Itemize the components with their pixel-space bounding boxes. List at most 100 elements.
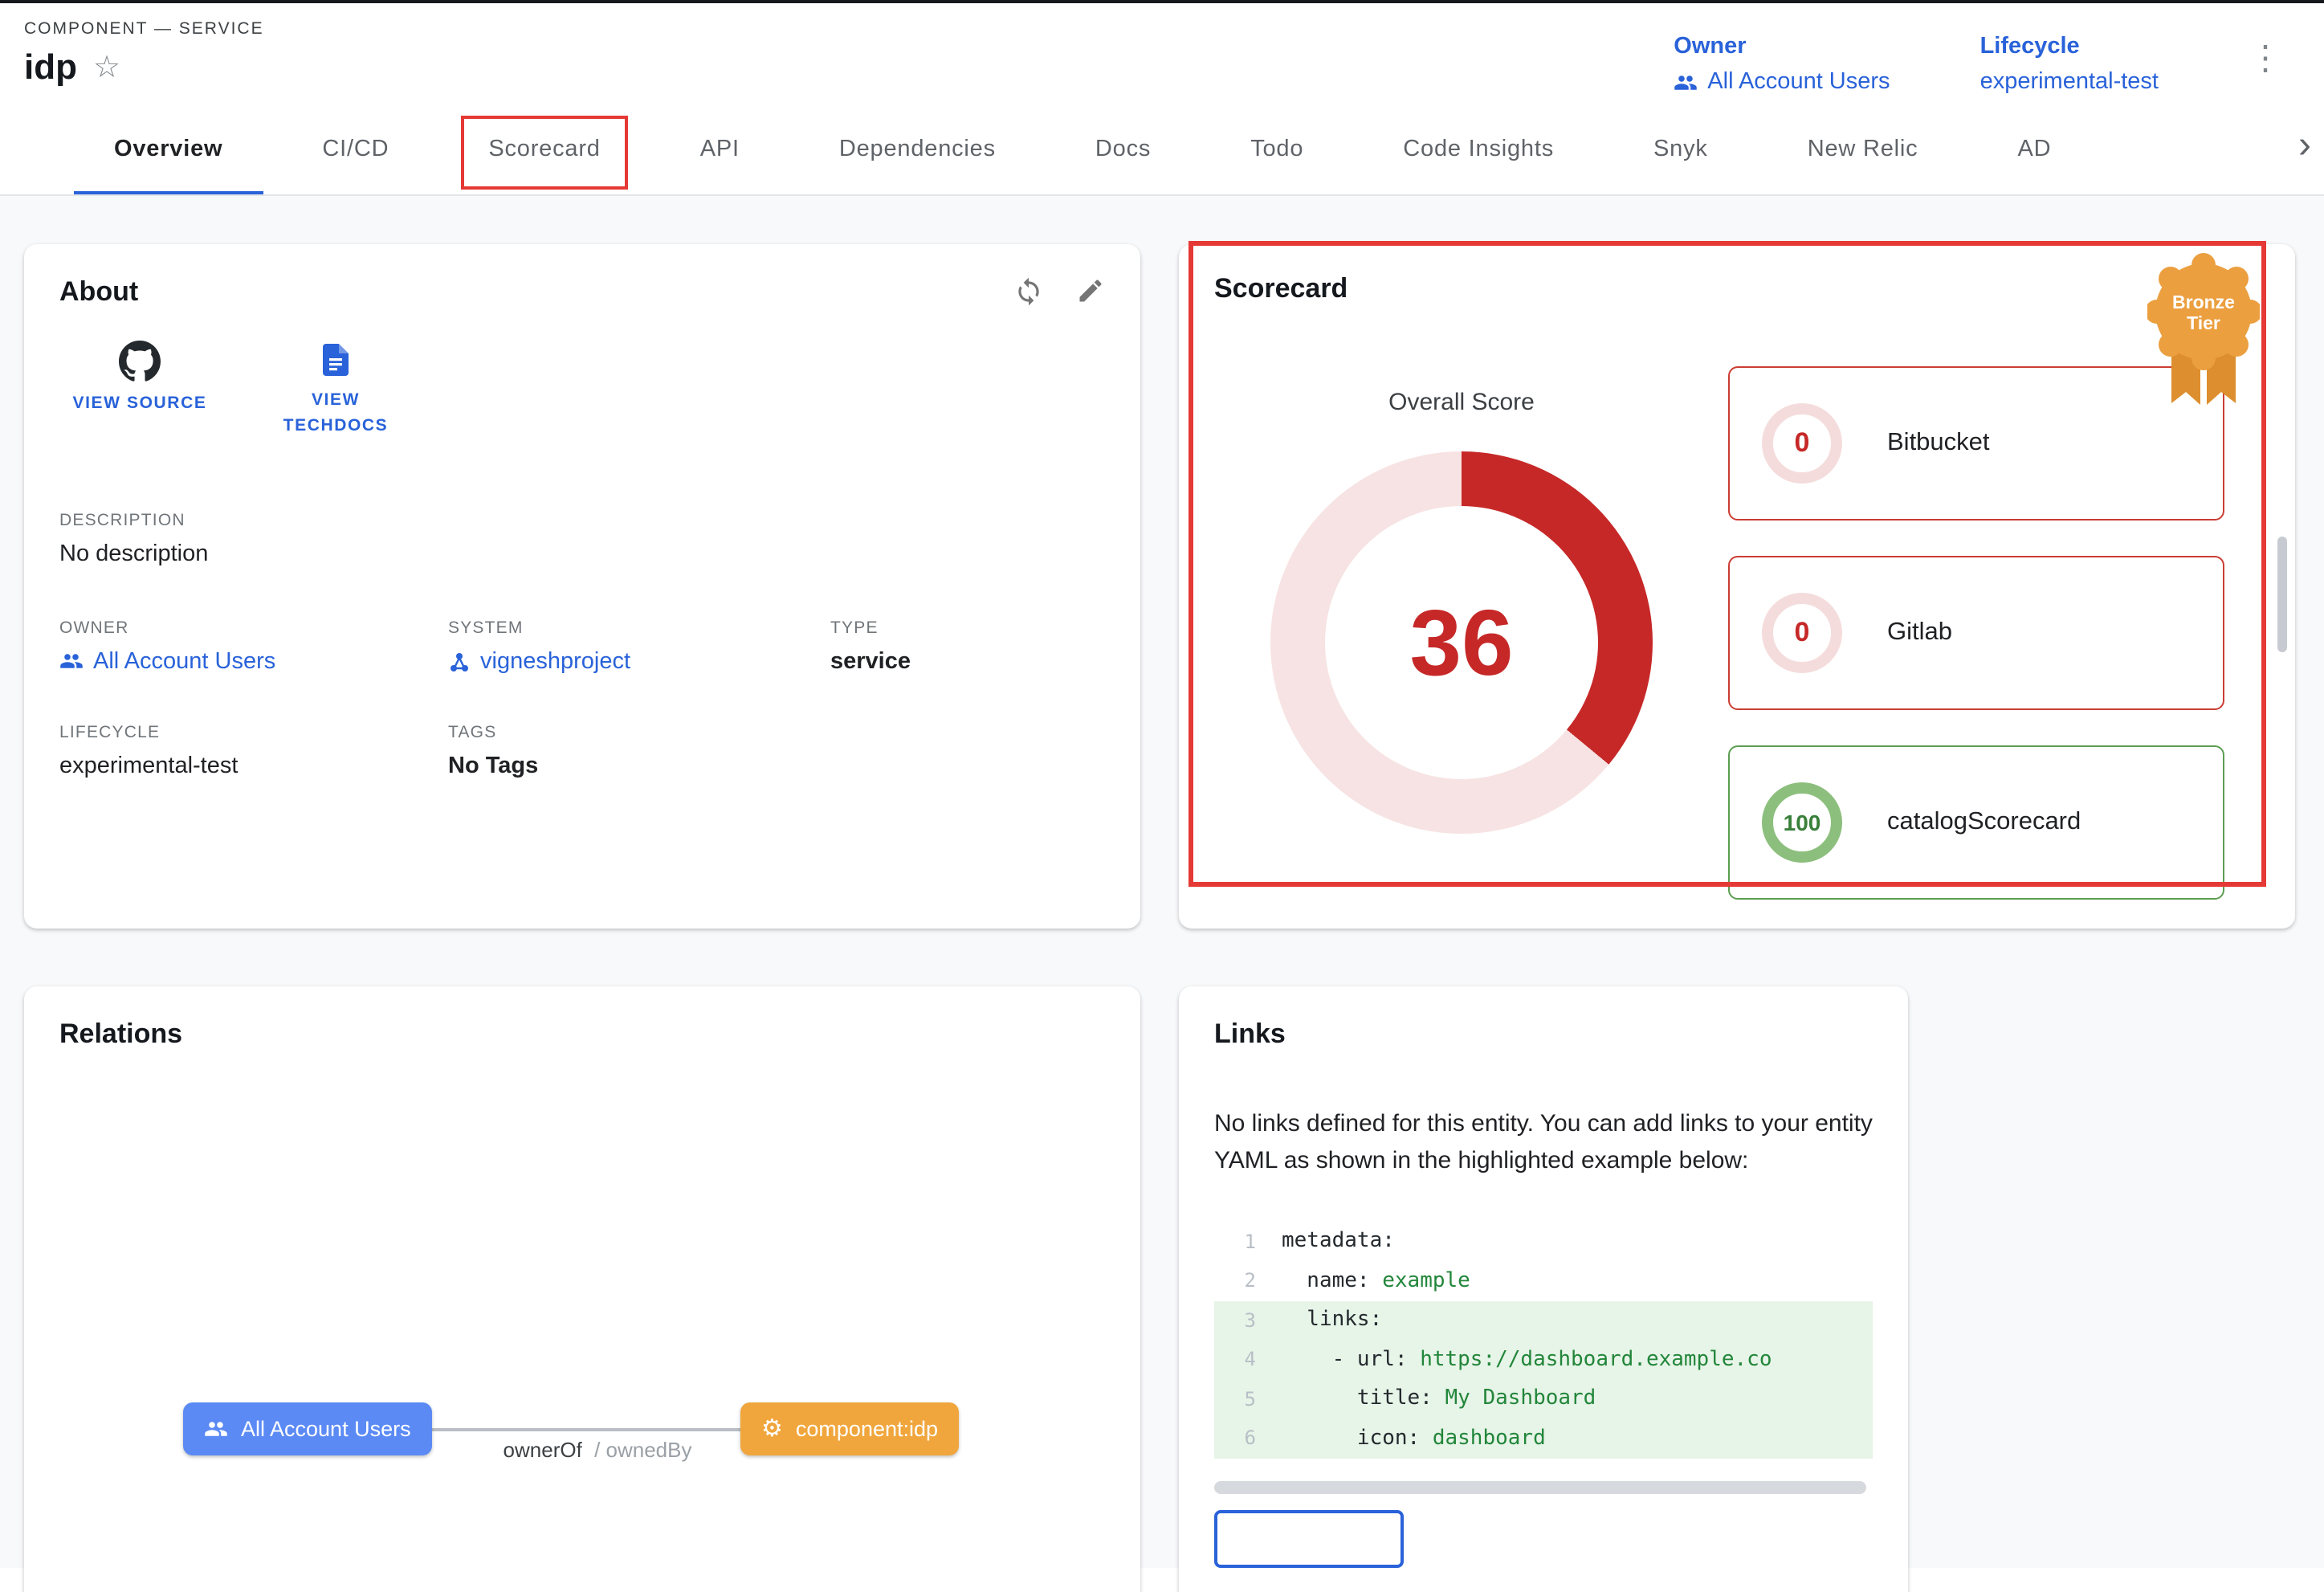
about-card-actions <box>1013 276 1105 307</box>
system-field-link[interactable]: vigneshproject <box>448 648 830 674</box>
people-icon <box>1674 70 1698 94</box>
code-line-5: 5 title: My Dashboard <box>1214 1379 1873 1419</box>
view-techdocs-label: VIEW TECHDOCS <box>259 389 413 439</box>
lifecycle-field-label: LIFECYCLE <box>59 722 448 741</box>
tab-bar: Overview CI/CD ScorecardAPI Dependencies Doc… <box>0 104 2324 196</box>
tab-label: New Relic <box>1808 137 1918 162</box>
tab-label: Dependencies <box>839 137 996 162</box>
code-token-value: example <box>1382 1269 1470 1293</box>
svg-text:Bronze: Bronze <box>2172 292 2235 312</box>
refresh-button[interactable] <box>1013 276 1044 307</box>
system-field-value: vigneshproject <box>480 648 630 674</box>
tab-ad[interactable]: AD <box>1967 104 2101 194</box>
page-header: COMPONENT — SERVICE idp ☆ Owner All Acco… <box>0 3 2324 104</box>
tabs-scroll-right-icon[interactable]: › <box>2292 124 2324 175</box>
bottom-row: Relations All Account Users ⚙ component:… <box>24 986 2300 1592</box>
relation-edge-label: ownerOf / ownedBy <box>429 1438 766 1462</box>
relation-node-owner[interactable]: All Account Users <box>183 1402 432 1455</box>
relation-node-component[interactable]: ⚙ component:idp <box>740 1402 959 1455</box>
tab-overview[interactable]: Overview <box>64 104 272 194</box>
type-field-label: TYPE <box>830 618 1105 637</box>
description-value: No description <box>59 541 1105 566</box>
lifecycle-label-link[interactable]: Lifecycle <box>1980 34 2080 59</box>
tab-ci-cd[interactable]: CI/CD <box>272 104 438 194</box>
scorecard-list: 0Bitbucket0Gitlab100catalogScorecard <box>1728 366 2260 900</box>
tab-todo[interactable]: Todo <box>1201 104 1353 194</box>
tab-docs[interactable]: Docs <box>1046 104 1201 194</box>
tab-scorecard[interactable]: Scorecard <box>438 104 650 194</box>
svg-text:Tier: Tier <box>2187 312 2220 333</box>
edit-button[interactable] <box>1076 276 1105 307</box>
code-token-key: metadata: <box>1282 1230 1395 1254</box>
lifecycle-field: LIFECYCLE experimental-test <box>59 722 448 778</box>
links-card: Links No links defined for this entity. … <box>1179 986 1908 1592</box>
header-left: COMPONENT — SERVICE idp ☆ <box>24 19 264 88</box>
code-token-key: name: <box>1282 1269 1382 1293</box>
view-source-button[interactable]: VIEW SOURCE <box>63 341 217 439</box>
scorecard-item-gitlab[interactable]: 0Gitlab <box>1728 556 2224 710</box>
code-line-3: 3 links: <box>1214 1300 1873 1340</box>
owner-value: All Account Users <box>1707 69 1890 95</box>
system-icon <box>448 650 471 672</box>
star-icon[interactable]: ☆ <box>93 52 120 83</box>
gear-icon: ⚙ <box>761 1417 783 1441</box>
tab-dependencies[interactable]: Dependencies <box>789 104 1046 194</box>
code-line-1: 1metadata: <box>1214 1222 1873 1261</box>
owner-value-link[interactable]: All Account Users <box>1674 69 1890 95</box>
overall-score-value: 36 <box>1409 589 1513 696</box>
lifecycle-field-value: experimental-test <box>59 753 448 778</box>
entity-links-row: VIEW SOURCE VIEW TECHDOCS <box>63 341 1105 439</box>
code-token-value: My Dashboard <box>1445 1387 1596 1411</box>
owner-meta: Owner All Account Users <box>1674 32 1890 95</box>
about-fields-grid: OWNER All Account Users SYSTEM <box>59 618 1105 778</box>
tab-label: Code Insights <box>1403 137 1554 162</box>
score-circle: 0 <box>1762 593 1842 673</box>
view-source-label: VIEW SOURCE <box>73 392 207 418</box>
score-value: 0 <box>1795 617 1810 649</box>
tab-code-insights[interactable]: Code Insights <box>1353 104 1604 194</box>
lifecycle-meta: Lifecycle experimental-test <box>1980 32 2159 95</box>
score-circle: 0 <box>1762 403 1842 484</box>
scorecard-card-title: Scorecard <box>1214 273 2260 305</box>
scorecard-item-catalogscorecard[interactable]: 100catalogScorecard <box>1728 745 2224 900</box>
code-line-number: 6 <box>1214 1427 1256 1450</box>
code-line-number: 5 <box>1214 1388 1256 1410</box>
techdocs-doc-icon <box>316 341 355 379</box>
owner-field-link[interactable]: All Account Users <box>59 648 448 674</box>
about-fields: DESCRIPTION No description OWNER All Acc… <box>59 510 1105 778</box>
scorecard-list-scrollbar[interactable] <box>2277 537 2287 652</box>
code-line-6: 6 icon: dashboard <box>1214 1419 1873 1458</box>
description-label: DESCRIPTION <box>59 510 1105 529</box>
links-empty-message: No links defined for this entity. You ca… <box>1214 1105 1873 1180</box>
tab-new-relic[interactable]: New Relic <box>1758 104 1968 194</box>
view-techdocs-button[interactable]: VIEW TECHDOCS <box>259 341 413 439</box>
relations-card-title: Relations <box>59 1018 1105 1051</box>
tier-badge-line2: Tier <box>2187 312 2220 333</box>
tab-label: AD <box>2017 137 2051 162</box>
code-horizontal-scrollbar[interactable] <box>1214 1480 1866 1493</box>
code-line-number: 2 <box>1214 1270 1256 1292</box>
about-card-header: About <box>59 276 1105 308</box>
owner-label-link[interactable]: Owner <box>1674 34 1746 59</box>
breadcrumb: COMPONENT — SERVICE <box>24 19 264 39</box>
tab-snyk[interactable]: Snyk <box>1604 104 1758 194</box>
tab-api[interactable]: API <box>650 104 789 194</box>
tags-field-label: TAGS <box>448 722 830 741</box>
about-card: About VIEW SO <box>24 244 1140 929</box>
kebab-menu-icon[interactable]: ⋮ <box>2249 32 2282 79</box>
code-token-key: icon: <box>1282 1427 1433 1451</box>
people-icon <box>204 1417 228 1441</box>
links-action-button-partial[interactable] <box>1214 1509 1404 1567</box>
tab-label: Todo <box>1250 137 1303 162</box>
code-token-key: - url: <box>1282 1348 1420 1372</box>
title-row: idp ☆ <box>24 47 264 88</box>
owner-field-label: OWNER <box>59 618 448 637</box>
type-field: TYPE service <box>830 618 1105 674</box>
system-field: SYSTEM vigneshproject <box>448 618 830 674</box>
code-token-value: https://dashboard.example.co <box>1420 1348 1772 1372</box>
score-name: catalogScorecard <box>1887 808 2081 837</box>
page-title: idp <box>24 47 77 88</box>
tab-label: CI/CD <box>322 137 389 162</box>
main-content: About VIEW SO <box>0 196 2324 1568</box>
owner-field-value: All Account Users <box>93 648 275 674</box>
